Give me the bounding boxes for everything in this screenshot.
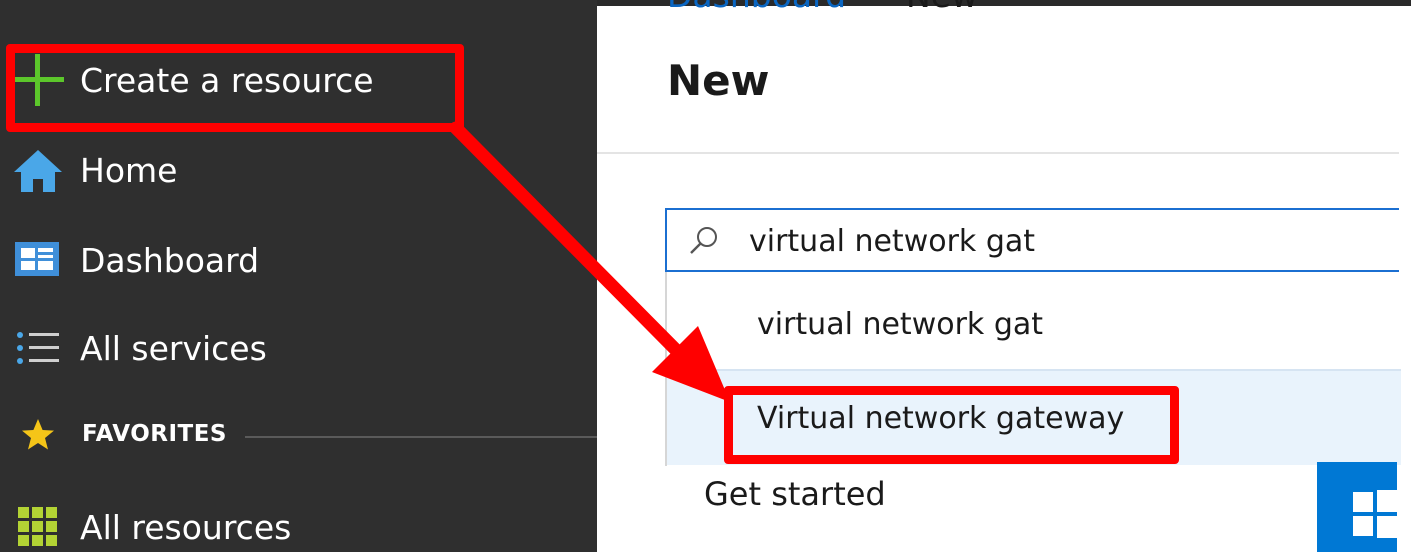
- sidebar-item-all-resources[interactable]: All resources: [0, 492, 597, 552]
- search-suggestions-dropdown: virtual network gat Virtual network gate…: [665, 272, 1401, 466]
- suggestion-text: virtual network gat: [757, 306, 1044, 342]
- breadcrumb-dashboard-link[interactable]: Dashboard: [667, 0, 846, 15]
- left-navigation: Create a resource Home Dashboard All ser…: [0, 0, 597, 552]
- sidebar-item-label: All services: [80, 328, 267, 368]
- get-started-heading: Get started: [704, 475, 886, 513]
- star-icon: [20, 417, 56, 453]
- title-divider: [597, 152, 1399, 154]
- windows-tile[interactable]: [1317, 462, 1397, 552]
- suggestion-item-virtual-network-gateway[interactable]: Virtual network gateway: [667, 369, 1401, 465]
- dashboard-icon: [10, 232, 66, 288]
- sidebar-item-dashboard[interactable]: Dashboard: [0, 225, 597, 295]
- plus-icon: [10, 52, 66, 108]
- sidebar-item-label: All resources: [80, 507, 292, 547]
- sidebar-item-home[interactable]: Home: [0, 135, 597, 205]
- sidebar-item-label: Create a resource: [80, 60, 374, 100]
- windows-logo-icon: [1353, 490, 1397, 538]
- breadcrumb-current: New: [906, 0, 978, 15]
- sidebar-item-label: Dashboard: [80, 240, 260, 280]
- home-icon: [10, 142, 66, 198]
- sidebar-item-label: Home: [80, 150, 178, 190]
- breadcrumb: Dashboard New: [667, 0, 978, 15]
- new-resource-blade: Dashboard New New virtual network gat Vir…: [597, 0, 1411, 552]
- list-icon: [10, 320, 66, 376]
- search-input[interactable]: [749, 218, 1389, 264]
- sidebar-item-create-resource[interactable]: Create a resource: [0, 45, 597, 115]
- search-icon: [687, 224, 721, 258]
- suggestion-text: Virtual network gateway: [757, 400, 1125, 436]
- sidebar-item-all-services[interactable]: All services: [0, 313, 597, 383]
- grid-icon: [10, 499, 66, 552]
- favorites-section-header: FAVORITES: [0, 405, 597, 465]
- favorites-label: FAVORITES: [82, 421, 227, 447]
- page-title: New: [667, 56, 770, 105]
- suggestion-item[interactable]: virtual network gat: [667, 276, 1401, 372]
- favorites-divider: [245, 436, 597, 438]
- marketplace-search-box[interactable]: [665, 208, 1399, 272]
